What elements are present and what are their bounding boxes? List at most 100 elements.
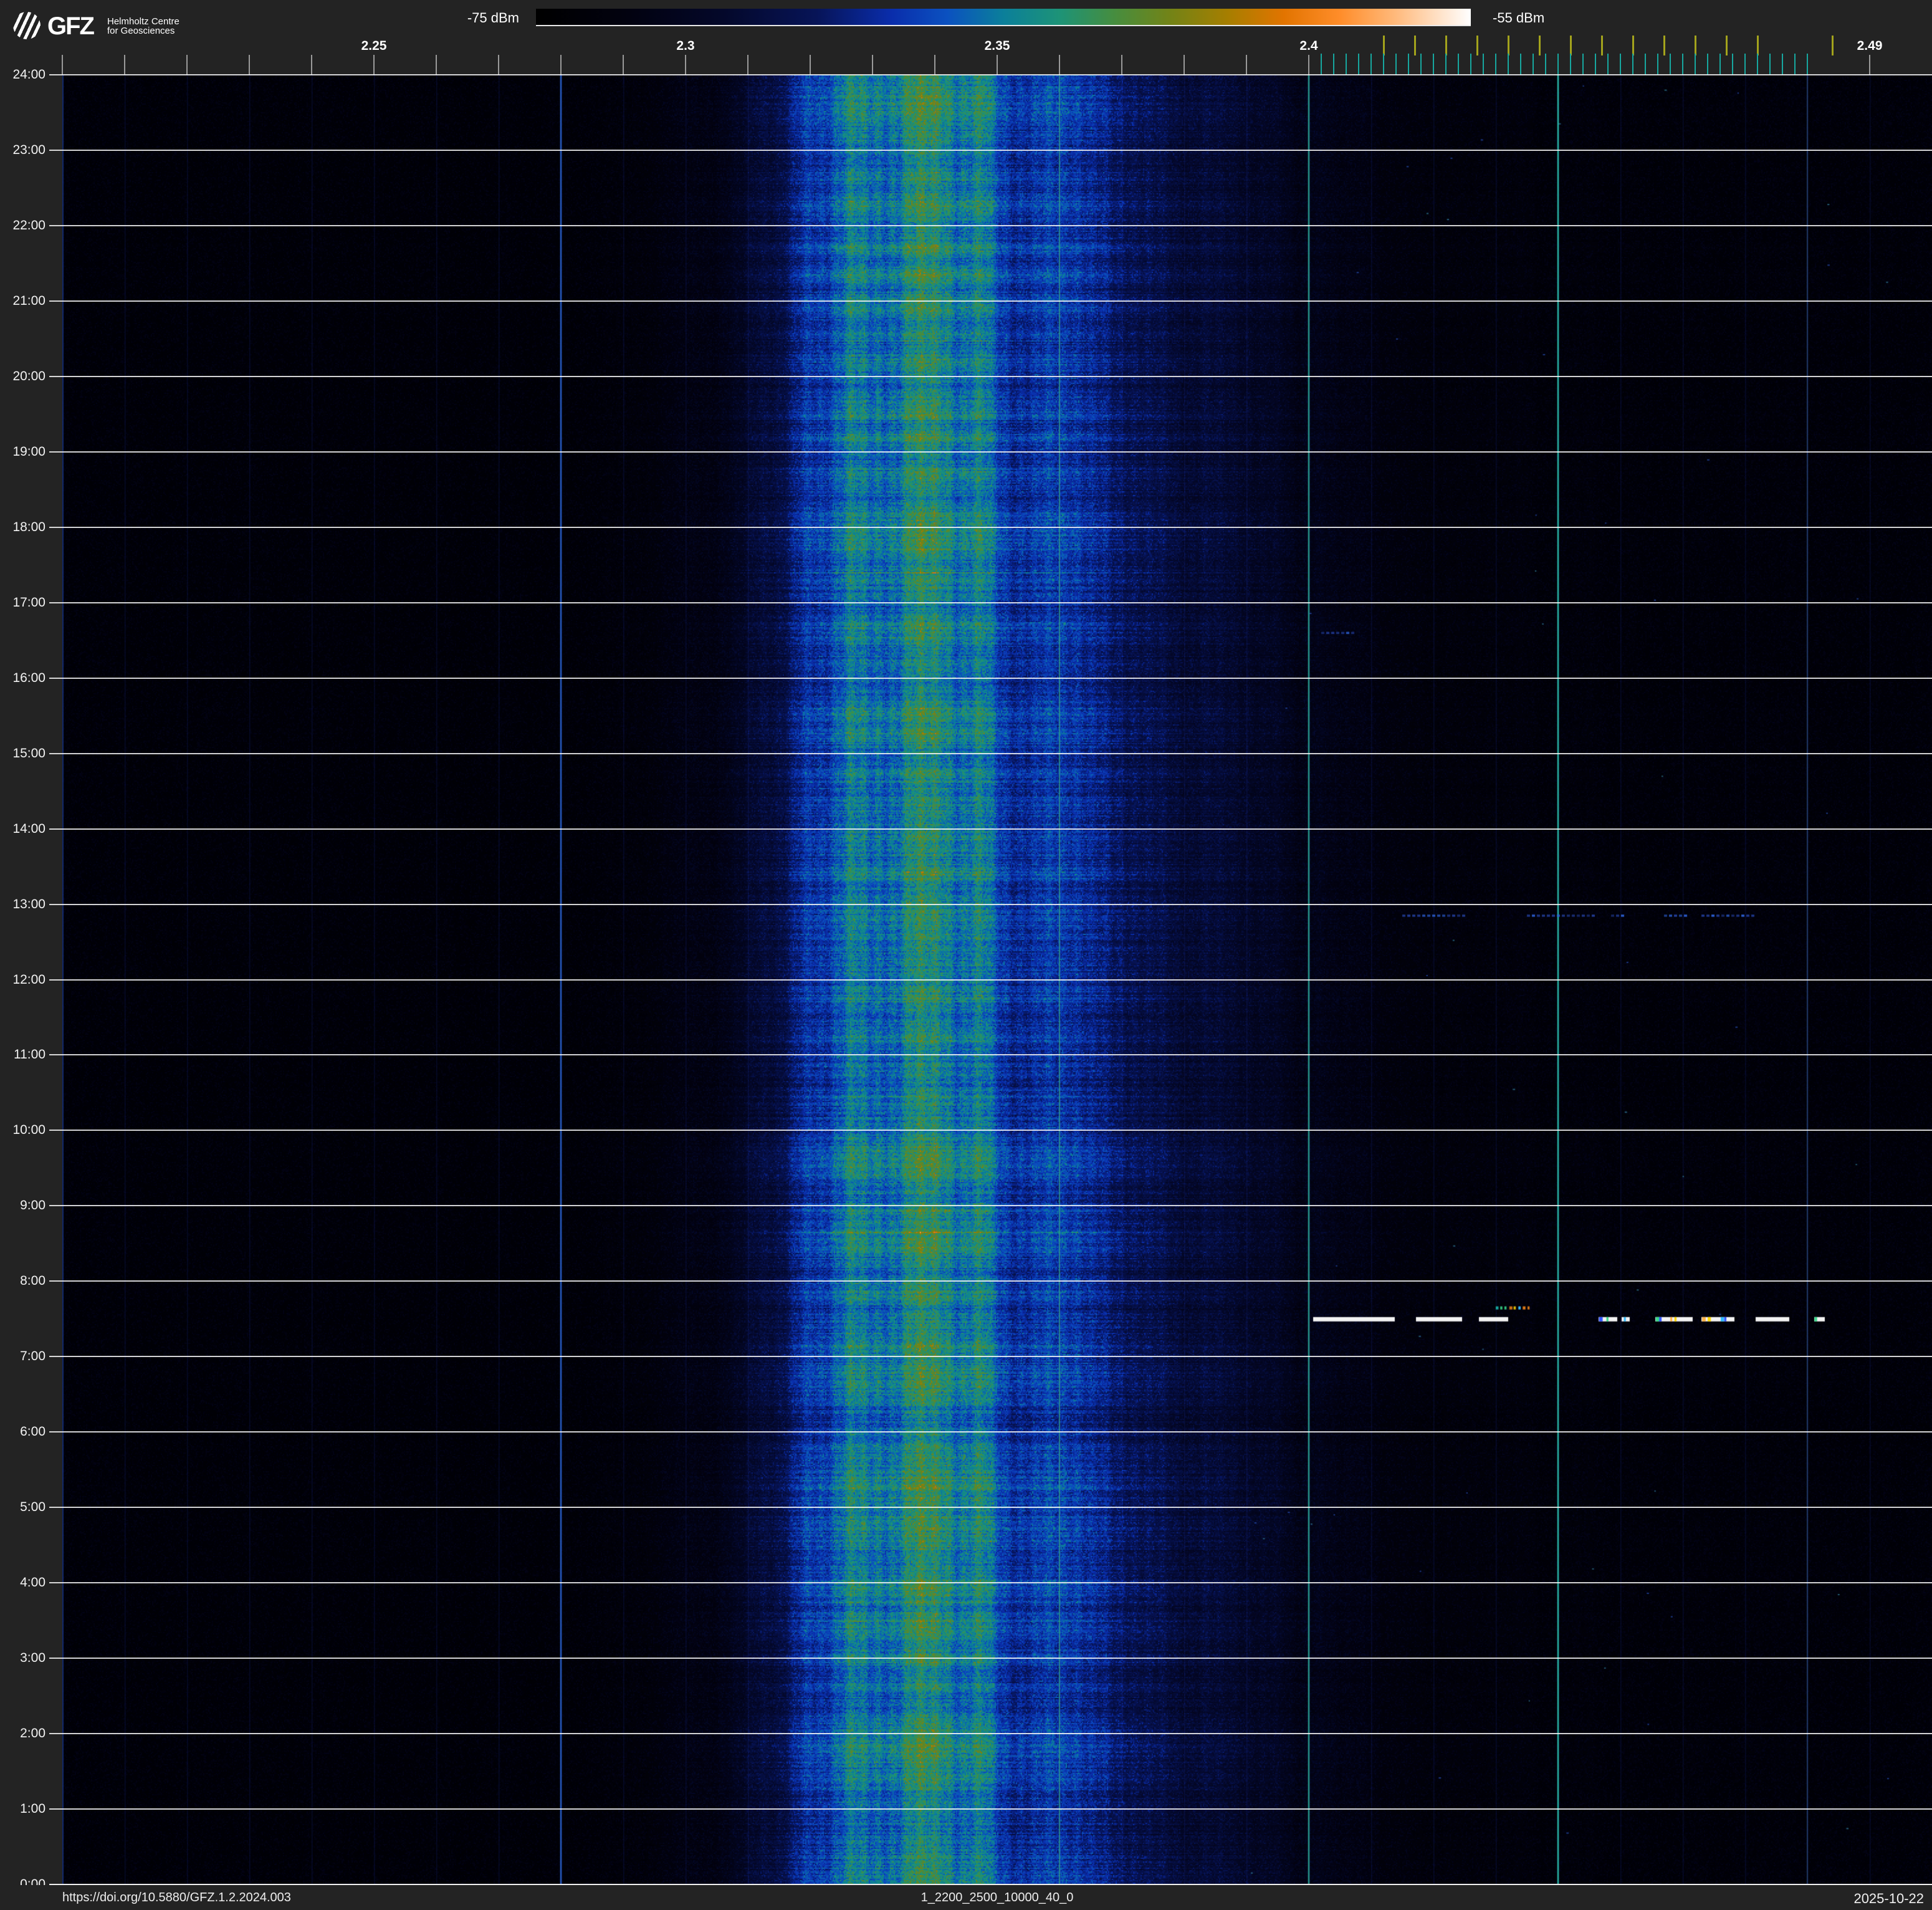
hour-label: 6:00: [0, 1424, 45, 1439]
logo-subtitle-line1: Helmholtz Centre: [107, 17, 179, 26]
ble-channel-tick: [1346, 54, 1347, 75]
hour-label: 20:00: [0, 369, 45, 384]
ble-channel-tick: [1695, 54, 1696, 75]
freq-tick-label: 2.49: [1842, 39, 1898, 54]
hour-label: 21:00: [0, 294, 45, 309]
ble-channel-tick: [1408, 54, 1409, 75]
spectrogram-page: { "header": { "logo": { "brand": "GFZ", …: [0, 0, 1932, 1910]
freq-major-tick: [1869, 55, 1870, 75]
ble-channel-tick: [1483, 54, 1484, 75]
hour-label: 5:00: [0, 1500, 45, 1515]
hour-label: 18:00: [0, 520, 45, 535]
ble-channel-tick: [1595, 54, 1596, 75]
wifi-channel-tick: [1383, 36, 1385, 55]
wifi-channel-tick: [1695, 36, 1696, 55]
footer-bar: https://doi.org/10.5880/GFZ.1.2.2024.003…: [0, 1885, 1932, 1910]
logo-subtitle-line2: for Geosciences: [107, 26, 179, 36]
ble-channel-tick: [1508, 54, 1509, 75]
wifi-channel-tick: [1832, 36, 1834, 55]
ble-channel-tick: [1383, 54, 1384, 75]
freq-major-tick: [997, 55, 998, 75]
freq-tick-label: 2.3: [658, 39, 714, 54]
ble-channel-tick: [1732, 54, 1733, 75]
ble-channel-tick: [1370, 54, 1372, 75]
ble-channel-tick: [1420, 54, 1422, 75]
ble-channel-tick: [1707, 54, 1708, 75]
hour-label: 1:00: [0, 1802, 45, 1816]
hour-label: 10:00: [0, 1123, 45, 1138]
hour-label: 4:00: [0, 1575, 45, 1590]
wifi-channel-tick: [1757, 36, 1759, 55]
hour-label: 16:00: [0, 671, 45, 686]
wifi-channel-tick: [1539, 36, 1541, 55]
ble-channel-tick: [1321, 54, 1322, 75]
freq-major-tick: [311, 55, 312, 75]
hour-label: 23:00: [0, 143, 45, 158]
ble-channel-tick: [1807, 54, 1808, 75]
freq-major-tick: [436, 55, 437, 75]
freq-major-tick: [747, 55, 748, 75]
hour-label: 17:00: [0, 595, 45, 610]
doi-link[interactable]: https://doi.org/10.5880/GFZ.1.2.2024.003: [62, 1891, 291, 1905]
hour-label: 19:00: [0, 444, 45, 459]
ble-channel-tick: [1670, 54, 1671, 75]
wifi-channel-tick: [1476, 36, 1478, 55]
ble-channel-tick: [1744, 54, 1746, 75]
freq-major-tick: [1184, 55, 1185, 75]
hour-label: 8:00: [0, 1274, 45, 1289]
freq-major-tick: [186, 55, 188, 75]
freq-major-tick: [498, 55, 499, 75]
colorbar-min-label: -75 dBm: [427, 10, 519, 26]
ble-channel-tick: [1545, 54, 1546, 75]
spectrogram-canvas: [62, 75, 1932, 1884]
wifi-channel-tick: [1414, 36, 1416, 55]
hour-label: 7:00: [0, 1349, 45, 1364]
ble-channel-tick: [1433, 54, 1434, 75]
ble-channel-tick: [1582, 54, 1584, 75]
ble-channel-tick: [1682, 54, 1683, 75]
hour-label: 22:00: [0, 218, 45, 233]
ble-channel-tick: [1645, 54, 1646, 75]
ble-channel-tick: [1570, 54, 1571, 75]
hour-label: 9:00: [0, 1198, 45, 1213]
wifi-channel-tick: [1726, 36, 1728, 55]
date-label: 2025-10-22: [1853, 1891, 1924, 1907]
hour-label: 13:00: [0, 897, 45, 912]
ble-channel-tick: [1607, 54, 1609, 75]
wifi-channel-tick: [1632, 36, 1634, 55]
gfz-logo-icon: [13, 12, 41, 39]
ble-channel-tick: [1495, 54, 1496, 75]
colorbar: [536, 9, 1471, 26]
freq-major-tick: [560, 55, 562, 75]
hour-label: 11:00: [0, 1047, 45, 1062]
ble-channel-tick: [1782, 54, 1783, 75]
freq-major-tick: [934, 55, 935, 75]
logo-brand-text: GFZ: [47, 15, 93, 37]
wifi-channel-tick: [1601, 36, 1603, 55]
freq-tick-label: 2.4: [1281, 39, 1337, 54]
freq-tick-label: 2.25: [346, 39, 402, 54]
wifi-channel-tick: [1508, 36, 1509, 55]
hour-label: 2:00: [0, 1726, 45, 1741]
wifi-channel-tick: [1663, 36, 1665, 55]
freq-major-tick: [62, 55, 63, 75]
freq-major-tick: [249, 55, 250, 75]
freq-major-tick: [1059, 55, 1060, 75]
colorbar-max-label: -55 dBm: [1493, 10, 1617, 26]
ble-channel-tick: [1533, 54, 1534, 75]
wifi-channel-tick: [1570, 36, 1572, 55]
freq-major-tick: [124, 55, 125, 75]
ble-channel-tick: [1632, 54, 1633, 75]
ble-channel-tick: [1657, 54, 1658, 75]
hour-label: 3:00: [0, 1651, 45, 1666]
ble-channel-tick: [1620, 54, 1621, 75]
ble-channel-tick: [1520, 54, 1521, 75]
freq-major-tick: [685, 55, 686, 75]
freq-major-tick: [872, 55, 873, 75]
freq-tick-label: 2.35: [969, 39, 1025, 54]
ble-channel-tick: [1757, 54, 1758, 75]
ble-channel-tick: [1458, 54, 1459, 75]
hour-label: 14:00: [0, 822, 45, 837]
freq-major-tick: [1308, 55, 1309, 75]
freq-major-tick: [810, 55, 811, 75]
